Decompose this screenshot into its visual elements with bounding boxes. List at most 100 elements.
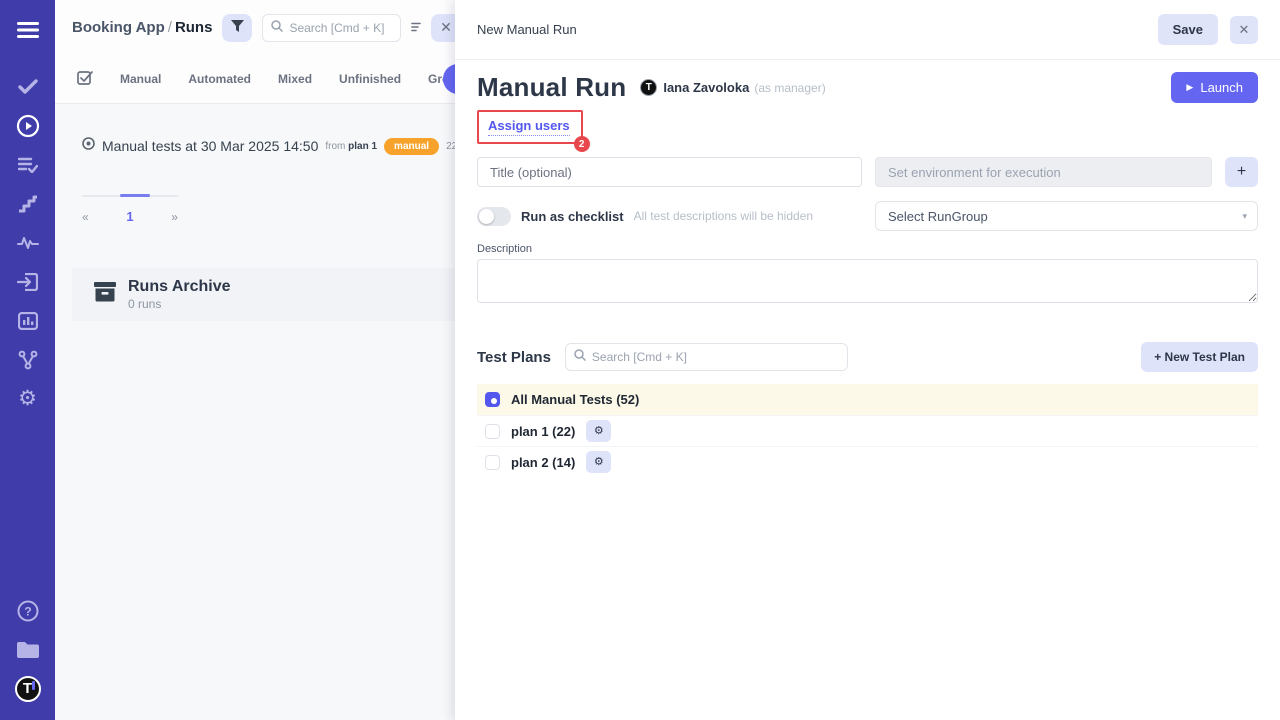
plan-settings-gear-icon[interactable]: ⚙ bbox=[586, 420, 611, 442]
import-icon[interactable] bbox=[0, 262, 55, 301]
logo-accent bbox=[32, 681, 35, 690]
chevron-down-icon: ▾ bbox=[1242, 211, 1247, 222]
close-button[interactable]: ✕ bbox=[1230, 16, 1258, 44]
manager-avatar: T bbox=[640, 79, 657, 96]
manager-role: (as manager) bbox=[754, 81, 825, 95]
checklist-label: Run as checklist bbox=[521, 209, 624, 224]
test-plans-list-icon[interactable] bbox=[0, 145, 55, 184]
run-as-checklist-toggle[interactable] bbox=[477, 207, 511, 226]
play-icon: ▶ bbox=[1186, 82, 1193, 93]
svg-text:?: ? bbox=[24, 604, 31, 618]
runs-play-circle-icon[interactable] bbox=[0, 106, 55, 145]
assign-users-link[interactable]: Assign users bbox=[488, 118, 570, 136]
pagination-page-1[interactable]: 1 bbox=[126, 209, 133, 224]
launch-button[interactable]: ▶ Launch bbox=[1171, 72, 1258, 103]
breadcrumb-separator: / bbox=[165, 19, 175, 36]
settings-gear-icon[interactable]: ⚙ bbox=[0, 379, 55, 418]
tab-automated[interactable]: Automated bbox=[188, 72, 251, 86]
test-plans-heading: Test Plans bbox=[477, 349, 551, 366]
milestones-steps-icon[interactable] bbox=[0, 184, 55, 223]
run-plan-name: plan 1 bbox=[348, 141, 377, 152]
test-plan-label: plan 2 (14) bbox=[511, 455, 575, 470]
runs-search[interactable] bbox=[262, 14, 401, 42]
save-button[interactable]: Save bbox=[1158, 14, 1218, 45]
menu-icon[interactable] bbox=[0, 10, 55, 49]
test-plans-search-input[interactable] bbox=[592, 350, 839, 364]
checkbox-unchecked[interactable] bbox=[485, 424, 500, 439]
checkbox-unchecked[interactable] bbox=[485, 455, 500, 470]
folder-icon[interactable] bbox=[0, 630, 55, 669]
runs-topbar: Booking App/Runs ✕ bbox=[55, 0, 455, 55]
manager-name: Iana Zavoloka bbox=[663, 80, 749, 95]
plan-settings-gear-icon[interactable]: ⚙ bbox=[586, 451, 611, 473]
runs-search-input[interactable] bbox=[289, 21, 392, 35]
environment-input[interactable] bbox=[875, 157, 1212, 187]
panel-header: New Manual Run Save ✕ bbox=[455, 0, 1280, 60]
runs-tabs: Manual Automated Mixed Unfinished Groups bbox=[55, 55, 455, 104]
reports-bar-chart-icon[interactable] bbox=[0, 301, 55, 340]
pagination: « 1 » bbox=[82, 195, 178, 224]
run-title[interactable]: Manual tests at 30 Mar 2025 14:50 bbox=[102, 138, 318, 154]
run-from: from plan 1 bbox=[325, 141, 377, 152]
panel-header-title: New Manual Run bbox=[477, 22, 577, 37]
runs-archive-row[interactable]: Runs Archive 0 runs bbox=[72, 268, 455, 321]
archive-subtitle: 0 runs bbox=[128, 297, 231, 311]
description-label: Description bbox=[477, 243, 1258, 255]
test-plan-label: All Manual Tests (52) bbox=[511, 392, 639, 407]
archive-box-icon bbox=[94, 282, 116, 307]
run-tests-count: 22 tests bbox=[446, 141, 455, 152]
test-plan-row-plan-2[interactable]: plan 2 (14) ⚙ bbox=[477, 446, 1258, 477]
assign-users-box: Assign users bbox=[477, 110, 583, 144]
tab-mixed[interactable]: Mixed bbox=[278, 72, 312, 86]
archive-title: Runs Archive bbox=[128, 278, 231, 296]
test-plans-list: All Manual Tests (52) plan 1 (22) ⚙ plan… bbox=[477, 384, 1258, 477]
run-list-item[interactable]: Manual tests at 30 Mar 2025 14:50 from p… bbox=[82, 137, 445, 155]
tab-unfinished[interactable]: Unfinished bbox=[339, 72, 401, 86]
app-sidebar: ⚙ ? T bbox=[0, 0, 55, 720]
checkbox-checked[interactable] bbox=[485, 392, 500, 407]
new-test-plan-button[interactable]: + New Test Plan bbox=[1141, 342, 1258, 372]
breadcrumb[interactable]: Booking App/Runs bbox=[72, 19, 212, 36]
rungroup-select[interactable]: Select RunGroup ▾ bbox=[875, 201, 1258, 231]
annotation-badge: 2 bbox=[574, 136, 590, 152]
sort-icon[interactable] bbox=[411, 19, 421, 37]
breadcrumb-project[interactable]: Booking App bbox=[72, 19, 165, 36]
select-all-runs-icon[interactable] bbox=[77, 69, 93, 90]
funnel-icon bbox=[231, 20, 244, 35]
test-plan-row-all-manual[interactable]: All Manual Tests (52) bbox=[477, 384, 1258, 415]
run-status-icon bbox=[82, 137, 95, 155]
analytics-pulse-icon[interactable] bbox=[0, 223, 55, 262]
logo-letter: T bbox=[23, 680, 32, 697]
test-plan-label: plan 1 (22) bbox=[511, 424, 575, 439]
help-icon[interactable]: ? bbox=[0, 591, 55, 630]
test-plans-header: Test Plans + New Test Plan bbox=[477, 342, 1258, 372]
search-icon bbox=[271, 19, 283, 37]
title-input[interactable] bbox=[477, 157, 862, 187]
add-environment-button[interactable]: + bbox=[1225, 157, 1258, 187]
pagination-prev-button[interactable]: « bbox=[82, 210, 89, 224]
assign-users-highlight: Assign users 2 bbox=[477, 110, 583, 144]
toggle-knob bbox=[479, 209, 494, 224]
run-form: + Run as checklist All test descriptions… bbox=[477, 157, 1258, 231]
pagination-track bbox=[82, 195, 178, 197]
branch-icon[interactable] bbox=[0, 340, 55, 379]
pagination-next-button[interactable]: » bbox=[171, 210, 178, 224]
new-manual-run-panel: New Manual Run Save ✕ Manual Run T Iana … bbox=[455, 0, 1280, 720]
description-textarea[interactable] bbox=[477, 259, 1258, 303]
search-icon bbox=[574, 348, 586, 366]
run-type-badge: manual bbox=[384, 138, 439, 155]
new-run-button-clipped[interactable] bbox=[443, 64, 455, 94]
test-plan-row-plan-1[interactable]: plan 1 (22) ⚙ bbox=[477, 415, 1258, 446]
run-title-row: Manual Run T Iana Zavoloka (as manager) … bbox=[477, 72, 1258, 103]
tests-check-icon[interactable] bbox=[0, 67, 55, 106]
breadcrumb-page: Runs bbox=[175, 19, 213, 36]
checklist-row: Run as checklist All test descriptions w… bbox=[477, 201, 862, 231]
app-logo[interactable]: T bbox=[0, 669, 55, 708]
panel-close-button[interactable]: ✕ bbox=[431, 14, 455, 42]
filter-button[interactable] bbox=[222, 14, 252, 42]
tab-manual[interactable]: Manual bbox=[120, 72, 161, 86]
rungroup-value: Select RunGroup bbox=[888, 209, 988, 224]
runs-list-panel: Booking App/Runs ✕ Manual Automated Mixe… bbox=[55, 0, 455, 720]
checklist-hint: All test descriptions will be hidden bbox=[634, 209, 813, 223]
test-plans-search[interactable] bbox=[565, 343, 848, 371]
